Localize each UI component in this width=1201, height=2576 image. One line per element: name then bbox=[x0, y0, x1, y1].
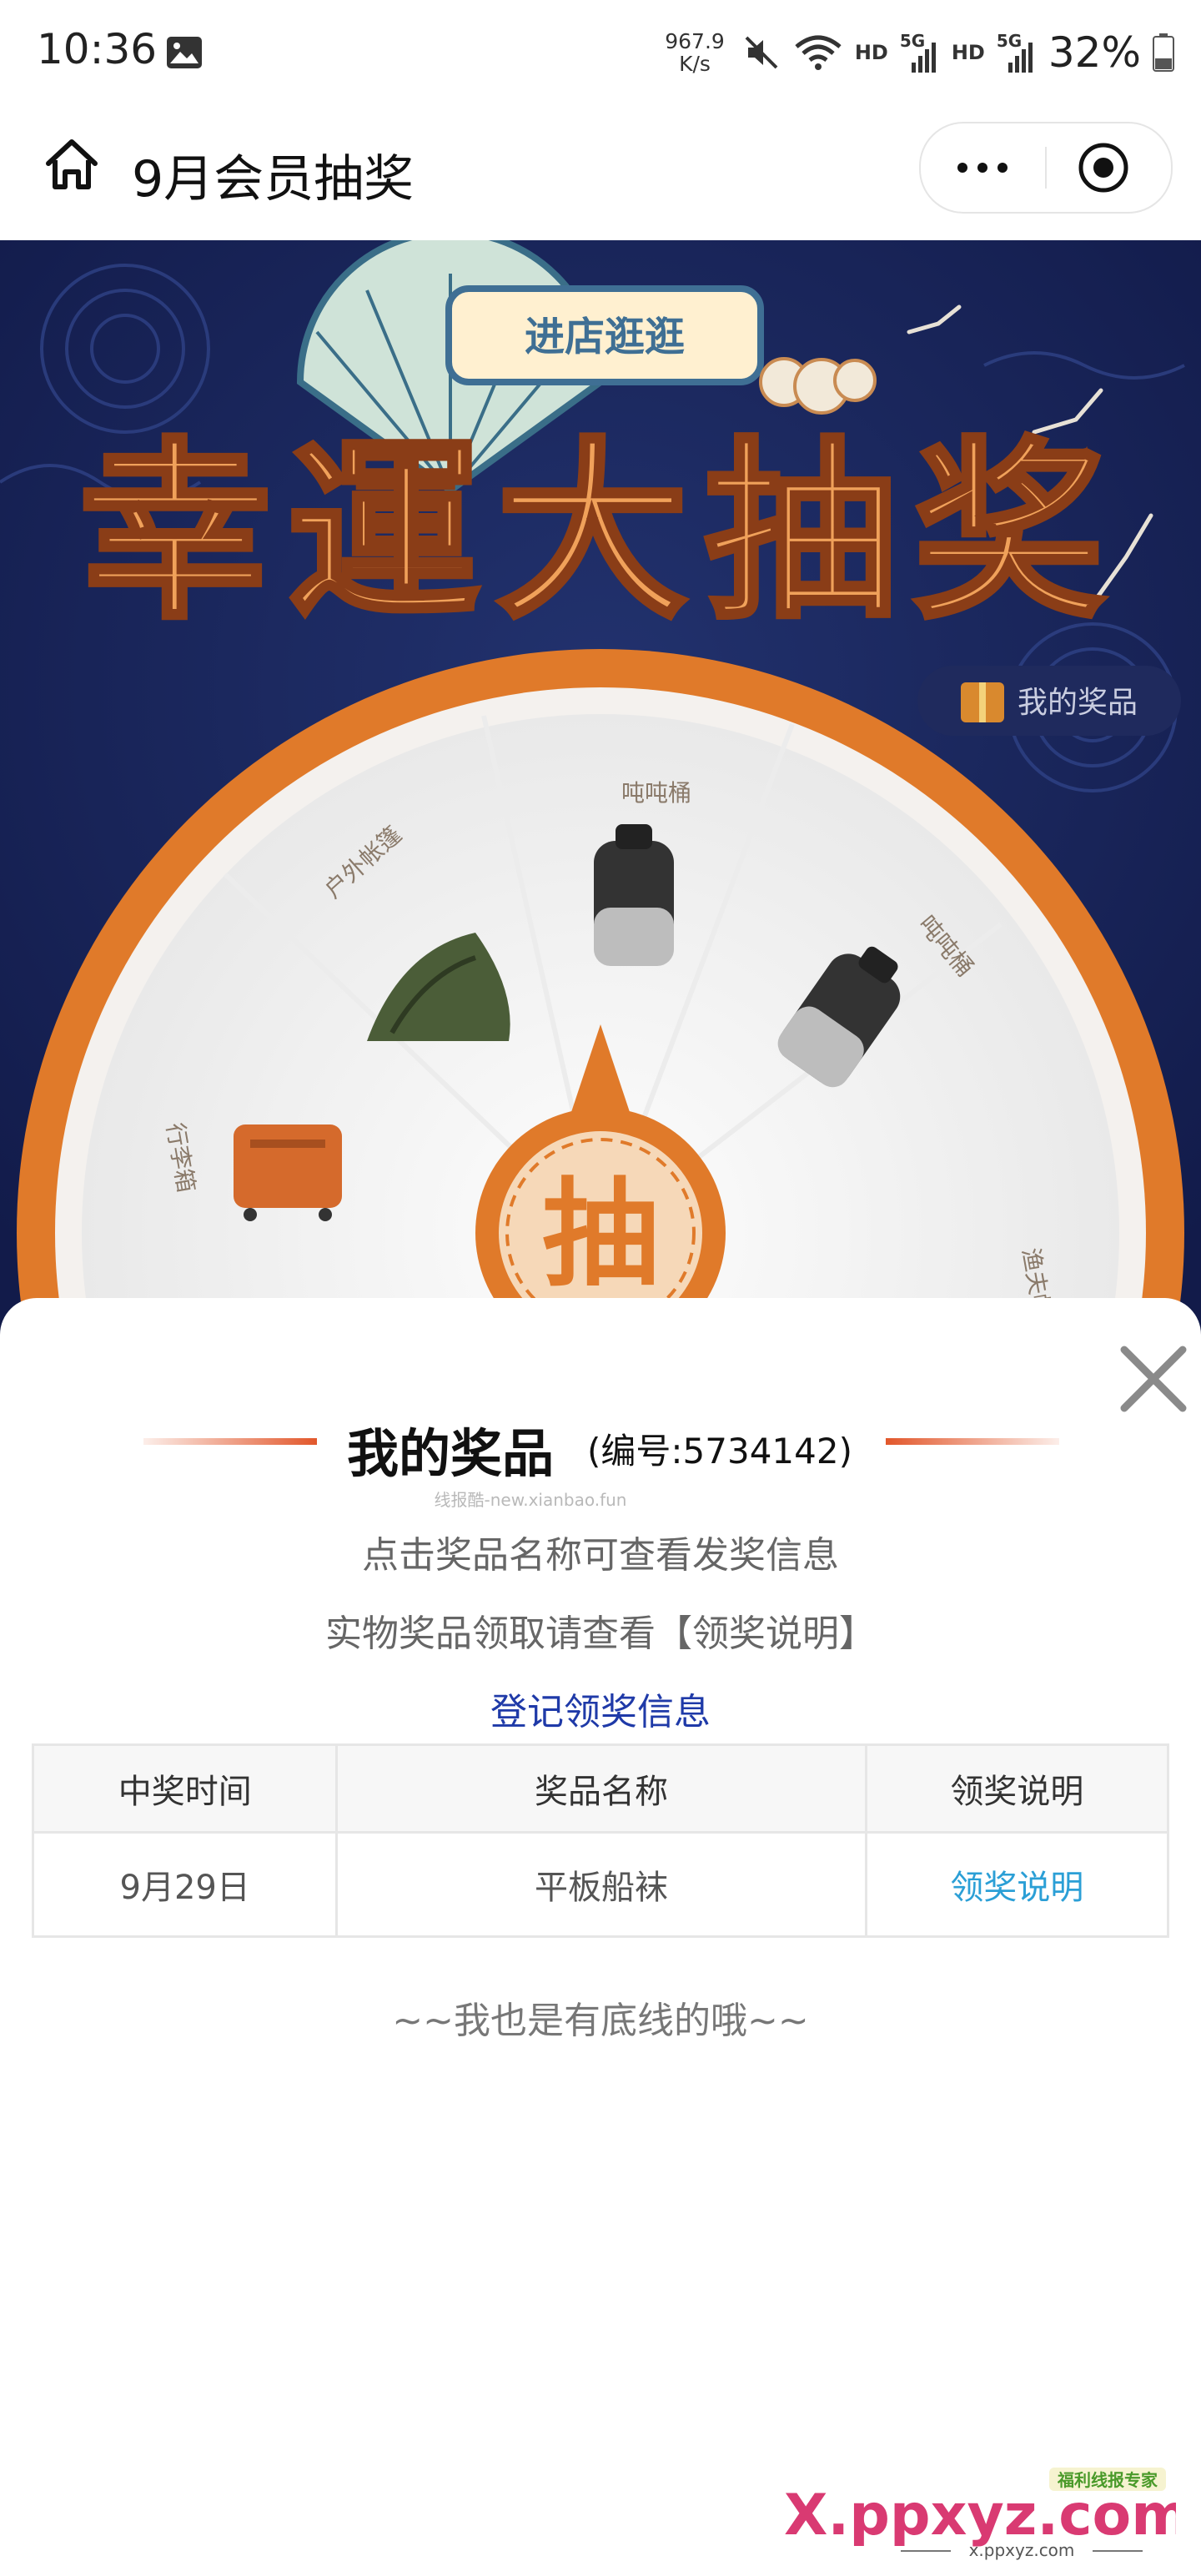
source-watermark: 线报酷-new.xianbao.fun bbox=[434, 1490, 627, 1510]
claim-instructions-link[interactable]: 领奖说明 bbox=[950, 1869, 1083, 1907]
my-prizes-sheet: 我的奖品 (编号:5734142) 线报酷-new.xianbao.fun 点击… bbox=[0, 1298, 1201, 2576]
signal-icon: 5G bbox=[900, 31, 940, 74]
my-prizes-button[interactable]: 我的奖品 bbox=[917, 666, 1181, 736]
prize-table: 中奖时间 奖品名称 领奖说明 9月29日 平板船袜 领奖说明 bbox=[31, 1743, 1170, 1938]
capsule-menu bbox=[919, 122, 1173, 214]
corner-watermark-url: x.ppxyz.com bbox=[969, 2540, 1075, 2560]
battery-percent: 32% bbox=[1048, 28, 1141, 77]
capsule-divider bbox=[1045, 147, 1047, 189]
my-prizes-label: 我的奖品 bbox=[1018, 686, 1138, 720]
column-header: 中奖时间 bbox=[31, 1743, 339, 1834]
corner-watermark-brand: X.ppxyz.com bbox=[784, 2483, 1176, 2548]
net-speed-unit: K/s bbox=[679, 52, 711, 76]
headline: 幸運大抽奖 bbox=[79, 420, 1122, 645]
hd-label: HD bbox=[854, 41, 888, 64]
prize-name-cell[interactable]: 平板船袜 bbox=[335, 1831, 867, 1938]
hint-text: 点击奖品名称可查看发奖信息 bbox=[362, 1534, 839, 1577]
corner-watermark-logo: 福利线报专家 X.ppxyz.com x.ppxyz.com bbox=[784, 2468, 1176, 2560]
mini-program-nav-bar: 9月会员抽奖 bbox=[0, 105, 1201, 240]
battery-icon bbox=[1153, 33, 1174, 72]
claim-instructions-cell: 领奖说明 bbox=[864, 1831, 1170, 1938]
suitcase-image bbox=[234, 1124, 342, 1221]
title-deco-line bbox=[886, 1438, 1059, 1445]
sheet-title-row: 我的奖品 (编号:5734142) bbox=[0, 1398, 1201, 1484]
member-serial: (编号:5734142) bbox=[587, 1431, 852, 1472]
wheel-item-label: 吨吨桶 bbox=[621, 779, 691, 807]
shop-button-label: 进店逛逛 bbox=[525, 314, 685, 360]
wifi-icon bbox=[795, 35, 842, 70]
target-icon[interactable] bbox=[1076, 140, 1131, 195]
status-indicators: 967.9 K/s HD 5G HD 5G 32% bbox=[665, 23, 1174, 82]
more-icon[interactable] bbox=[949, 148, 1016, 187]
column-header: 领奖说明 bbox=[864, 1743, 1170, 1834]
photo-icon bbox=[167, 37, 202, 68]
bottle-image bbox=[594, 824, 674, 966]
table-header-row: 中奖时间 奖品名称 领奖说明 bbox=[31, 1743, 1170, 1834]
table-row: 9月29日 平板船袜 领奖说明 bbox=[31, 1831, 1170, 1938]
title-deco-line bbox=[143, 1438, 317, 1445]
page-title: 9月会员抽奖 bbox=[132, 150, 415, 209]
lottery-banner: 进店逛逛 幸運大抽奖 我的奖品 户外帐篷 吨吨桶 吨吨桶 行李箱 渔夫帽 抽 bbox=[0, 240, 1201, 1358]
status-bar: 10:36 967.9 K/s HD 5G HD 5G 32% bbox=[0, 0, 1201, 105]
net-speed: 967.9 K/s bbox=[665, 30, 725, 75]
column-header: 奖品名称 bbox=[335, 1743, 867, 1834]
signal-icon: 5G bbox=[997, 31, 1037, 74]
mute-icon bbox=[745, 36, 778, 69]
hint-text: 实物奖品领取请查看【领奖说明】 bbox=[325, 1613, 876, 1655]
hd-label: HD bbox=[951, 41, 985, 64]
net-speed-value: 967.9 bbox=[665, 29, 725, 53]
end-of-list-text: ~~我也是有底线的哦~~ bbox=[392, 2000, 809, 2042]
draw-button-label: 抽 bbox=[542, 1166, 659, 1303]
sheet-title: 我的奖品 bbox=[347, 1423, 555, 1484]
shop-button[interactable]: 进店逛逛 bbox=[445, 285, 764, 385]
prize-time-cell: 9月29日 bbox=[31, 1831, 339, 1938]
status-time: 10:36 bbox=[37, 25, 158, 73]
register-prize-info-link[interactable]: 登记领奖信息 bbox=[0, 1682, 1201, 1735]
home-icon[interactable] bbox=[40, 133, 103, 197]
